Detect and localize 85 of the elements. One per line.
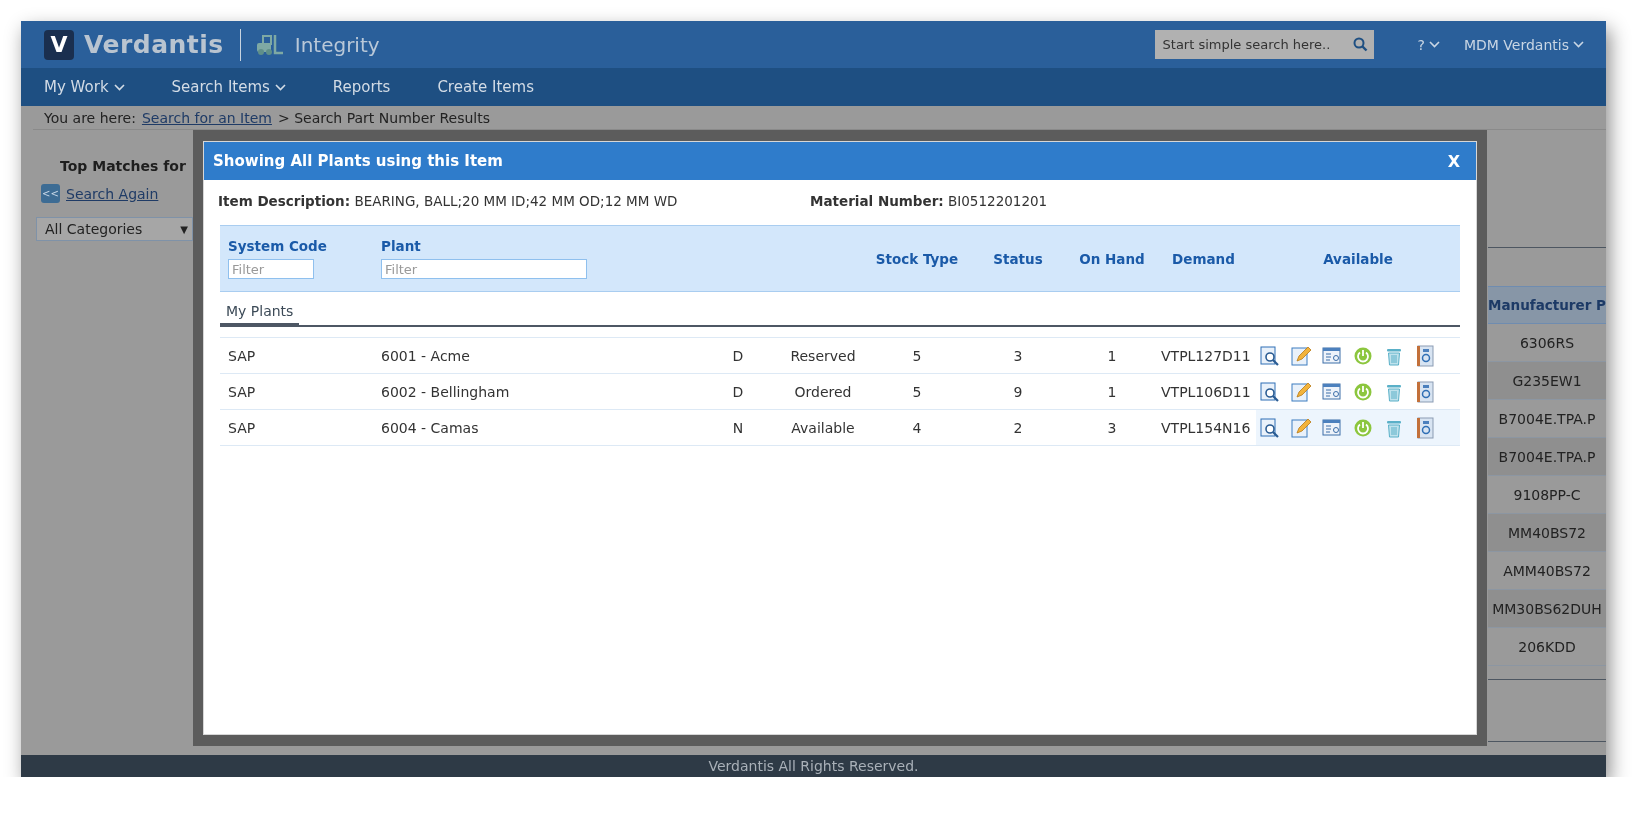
search-field[interactable]: Start simple search here..: [1154, 30, 1374, 59]
column-header: Available: [1322, 250, 1394, 267]
table-cell-text: 6001 - Acme: [381, 347, 471, 364]
table-cell-text: 3: [1106, 419, 1118, 436]
table-cell-text: 4: [911, 419, 923, 436]
book-search-icon[interactable]: [1414, 380, 1436, 403]
search-again-link[interactable]: Search Again: [66, 185, 159, 202]
table-cell-text: 1: [1106, 383, 1118, 400]
book-search-icon[interactable]: [1414, 344, 1436, 367]
book-search-icon[interactable]: [1414, 416, 1436, 439]
breadcrumb-current: > Search Part Number Results: [277, 109, 491, 126]
table-cell-text: N: [731, 419, 745, 436]
column-header: Stock Type: [874, 250, 960, 267]
table-cell-text: 5: [911, 383, 923, 400]
table-cell-text: 2: [1012, 419, 1024, 436]
table-cell-text: VTPL127D11: [1160, 347, 1252, 364]
close-button[interactable]: X: [1443, 151, 1464, 171]
column-header: System Code: [228, 238, 328, 254]
table-cell-text: 1: [1106, 347, 1118, 364]
search-icon[interactable]: [1352, 37, 1368, 52]
table-cell-text: VTPL106D11: [1160, 383, 1252, 400]
column-header: Status: [992, 250, 1044, 267]
product-name: Integrity: [294, 32, 380, 57]
table-cell: 6306RS: [1488, 324, 1606, 362]
table-row[interactable]: SAP 6002 - Bellingham D Ordered 5 9 1 VTPL106D11: [220, 374, 1460, 410]
table-cell-text: Reserved: [789, 347, 857, 364]
tab[interactable]: My Plants: [220, 303, 300, 327]
table-cell: 9108PP-C: [1488, 476, 1606, 514]
table-cell-text: SAP: [228, 347, 257, 364]
results-title: Top Matches for: [59, 158, 187, 174]
nav-item[interactable]: Search Items: [171, 78, 286, 96]
table-cell: MM30BS62DUH: [1488, 590, 1606, 628]
forklift-icon: [254, 33, 285, 56]
list-search-icon[interactable]: [1321, 416, 1343, 439]
table-cell: MM40BS72: [1488, 514, 1606, 552]
brand-name: Verdantis: [84, 30, 224, 59]
column-header: Plant: [381, 238, 422, 254]
table-cell-text: Available: [790, 419, 856, 436]
logo-icon: V: [44, 29, 74, 60]
document-search-icon[interactable]: [1259, 416, 1281, 439]
table-cell-text: SAP: [228, 419, 257, 436]
help-menu[interactable]: ?: [1417, 36, 1440, 53]
nav-item[interactable]: Create Items: [437, 78, 534, 96]
material-number: Material Number: BI0512201201: [810, 192, 1049, 209]
table-cell: B7004E.TPA.P: [1488, 438, 1606, 476]
edit-icon[interactable]: [1290, 380, 1312, 403]
table-cell-text: Ordered: [793, 383, 853, 400]
filter-field[interactable]: Filter: [381, 259, 587, 279]
column-header: Demand: [1171, 250, 1236, 267]
filter-field[interactable]: Filter: [228, 259, 314, 279]
table-cell: AMM40BS72: [1488, 552, 1606, 590]
table-row[interactable]: SAP 6004 - Camas N Available 4 2 3 VTPL154N16: [220, 410, 1460, 446]
table-cell-text: SAP: [228, 383, 257, 400]
table-cell-text: D: [731, 383, 745, 400]
footer-text: Verdantis All Rights Reserved.: [21, 755, 1606, 777]
table-cell-text: 3: [1012, 347, 1024, 364]
back-button[interactable]: <<: [41, 184, 60, 203]
user-menu[interactable]: MDM Verdantis: [1464, 36, 1584, 53]
chevron-down-icon: [1429, 41, 1440, 48]
chevron-down-icon: [1573, 41, 1584, 48]
table-cell: 206KDD: [1488, 628, 1606, 666]
table-cell: B7004E.TPA.P: [1488, 400, 1606, 438]
table-row[interactable]: SAP 6001 - Acme D Reserved 5 3 1 VTPL127D11: [220, 338, 1460, 374]
column-header: On Hand: [1078, 250, 1146, 267]
table-cell-text: VTPL154N16: [1160, 419, 1252, 436]
document-search-icon[interactable]: [1259, 380, 1281, 403]
table-cell: G235EW1: [1488, 362, 1606, 400]
breadcrumb-label: You are here:: [44, 109, 136, 126]
table-cell-text: D: [731, 347, 745, 364]
breadcrumb-link[interactable]: Search for an Item: [141, 109, 272, 126]
list-search-icon[interactable]: [1321, 380, 1343, 403]
category-select[interactable]: All Categories ▼: [36, 217, 193, 241]
table-cell-text: 5: [911, 347, 923, 364]
edit-icon[interactable]: [1290, 416, 1312, 439]
nav-item[interactable]: My Work: [44, 78, 125, 96]
document-search-icon[interactable]: [1259, 344, 1281, 367]
table-cell-text: 6004 - Camas: [381, 419, 480, 436]
item-description: Item Description: BEARING, BALL;20 MM ID;42 MM OD;12 MM WD: [218, 192, 679, 209]
dialog-title: Showing All Plants using this Item: [213, 152, 503, 170]
column-header: Manufacturer P: [1488, 286, 1606, 324]
edit-icon[interactable]: [1290, 344, 1312, 367]
list-search-icon[interactable]: [1321, 344, 1343, 367]
table-cell-text: 6002 - Bellingham: [381, 383, 511, 400]
table-cell-text: 9: [1012, 383, 1024, 400]
nav-item[interactable]: Reports: [332, 78, 391, 96]
